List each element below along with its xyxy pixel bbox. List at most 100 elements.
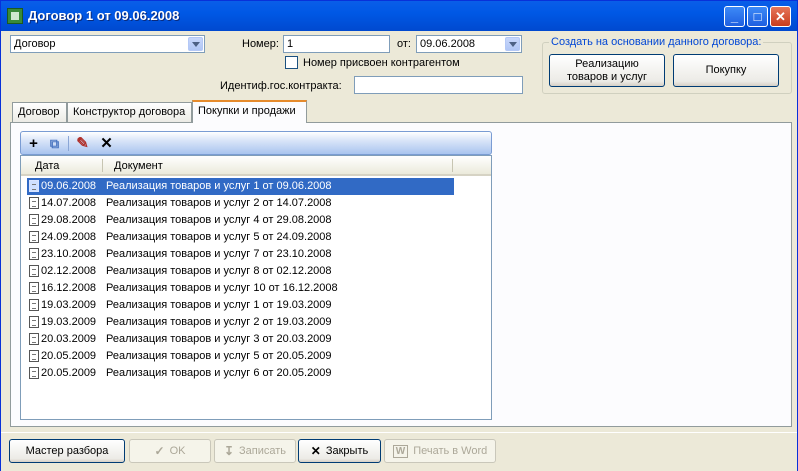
row-date: 19.03.2009 (41, 299, 97, 311)
chevron-down-icon[interactable] (188, 37, 203, 51)
list-item[interactable]: 02.12.2008 Реализация товаров и услуг 8 о… (27, 263, 454, 280)
row-document: Реализация товаров и услуг 10 от 16.12.2… (106, 282, 338, 294)
row-document: Реализация товаров и услуг 2 от 14.07.20… (106, 197, 332, 209)
close-button[interactable]: ✕ Закрыть (298, 439, 381, 463)
row-document: Реализация товаров и услуг 4 от 29.08.20… (106, 214, 332, 226)
row-document: Реализация товаров и услуг 6 от 20.05.20… (106, 367, 332, 379)
number-input[interactable]: 1 (283, 35, 390, 53)
document-icon (29, 248, 39, 260)
tab-contract-constructor[interactable]: Конструктор договора (67, 102, 192, 122)
list-item[interactable]: 19.03.2009 Реализация товаров и услуг 1 о… (27, 297, 454, 314)
row-document: Реализация товаров и услуг 1 от 19.03.20… (106, 299, 332, 311)
main-window: Договор 1 от 09.06.2008 _ □ ✕ Договор Но… (0, 0, 798, 471)
list-item[interactable]: 14.07.2008 Реализация товаров и услуг 2 о… (27, 195, 454, 212)
app-icon (7, 8, 23, 24)
create-sales-button[interactable]: Реализацию товаров и услуг (549, 54, 665, 87)
document-icon (29, 197, 39, 209)
number-label: Номер: (242, 38, 279, 50)
document-icon (29, 231, 39, 243)
row-date: 20.05.2009 (41, 367, 97, 379)
row-date: 20.03.2009 (41, 333, 97, 345)
add-icon[interactable]: + (25, 135, 42, 152)
save-button[interactable]: ↧ Записать (214, 439, 296, 463)
document-icon (29, 316, 39, 328)
print-word-label: Печать в Word (413, 445, 488, 457)
contract-type-select[interactable]: Договор (10, 35, 205, 53)
list-item[interactable]: 23.10.2008 Реализация товаров и услуг 7 о… (27, 246, 454, 263)
window-title: Договор 1 от 09.06.2008 (28, 8, 180, 23)
row-document: Реализация товаров и услуг 7 от 23.10.20… (106, 248, 332, 260)
title-bar[interactable]: Договор 1 от 09.06.2008 _ □ ✕ (1, 1, 797, 31)
column-document[interactable]: Документ (114, 160, 163, 172)
date-value: 09.06.2008 (420, 38, 476, 50)
save-icon: ↧ (223, 444, 235, 458)
list-item[interactable]: 19.03.2009 Реализация товаров и услуг 2 о… (27, 314, 454, 331)
save-label: Записать (239, 445, 287, 457)
minimize-button[interactable]: _ (724, 6, 745, 27)
close-label: Закрыть (325, 445, 369, 457)
close-icon: ✕ (310, 444, 321, 458)
document-icon (29, 367, 39, 379)
document-icon (29, 333, 39, 345)
create-purchase-button[interactable]: Покупку (673, 54, 779, 87)
list-item[interactable]: 20.05.2009 Реализация товаров и услуг 6 о… (27, 365, 454, 382)
column-separator[interactable] (102, 159, 103, 172)
column-separator[interactable] (452, 159, 453, 172)
edit-icon[interactable]: ✎ (74, 135, 91, 152)
row-document: Реализация товаров и услуг 1 от 09.06.20… (106, 180, 332, 192)
row-date: 20.05.2009 (41, 350, 97, 362)
document-icon (29, 265, 39, 277)
wizard-button[interactable]: Мастер разбора (9, 439, 125, 463)
tab-purchases-sales[interactable]: Покупки и продажи (192, 100, 307, 123)
row-date: 29.08.2008 (41, 214, 97, 226)
check-icon: ✓ (154, 444, 165, 458)
number-assigned-checkbox[interactable] (285, 56, 298, 69)
list-item[interactable]: 09.06.2008 Реализация товаров и услуг 1 о… (27, 178, 454, 195)
calendar-dropdown-icon[interactable] (505, 37, 520, 51)
row-document: Реализация товаров и услуг 2 от 19.03.20… (106, 316, 332, 328)
document-icon (29, 180, 39, 192)
list-item[interactable]: 16.12.2008 Реализация товаров и услуг 10 … (27, 280, 454, 297)
date-input[interactable]: 09.06.2008 (416, 35, 522, 53)
row-date: 23.10.2008 (41, 248, 97, 260)
tab-contract[interactable]: Договор (12, 102, 67, 122)
document-icon (29, 350, 39, 362)
row-date: 02.12.2008 (41, 265, 97, 277)
gov-contract-input[interactable] (354, 76, 523, 94)
document-icon (29, 299, 39, 311)
close-window-button[interactable]: ✕ (770, 6, 791, 27)
ok-button[interactable]: ✓ OK (129, 439, 211, 463)
row-date: 24.09.2008 (41, 231, 97, 243)
number-assigned-label: Номер присвоен контрагентом (303, 57, 460, 69)
row-document: Реализация товаров и услуг 3 от 20.03.20… (106, 333, 332, 345)
contract-type-value: Договор (14, 38, 56, 50)
create-sales-line1: Реализацию (575, 57, 639, 70)
list-item[interactable]: 20.03.2009 Реализация товаров и услуг 3 о… (27, 331, 454, 348)
word-icon: W (392, 444, 409, 458)
list-item[interactable]: 20.05.2009 Реализация товаров и услуг 5 о… (27, 348, 454, 365)
toolbar-separator (68, 136, 69, 151)
print-word-button[interactable]: W Печать в Word (384, 439, 496, 463)
from-label: от: (397, 38, 411, 50)
create-sales-label: Реализацию товаров и услуг (567, 58, 647, 84)
document-icon (29, 214, 39, 226)
list-header: Дата Документ (21, 156, 491, 176)
delete-icon[interactable]: ✕ (98, 135, 115, 152)
row-document: Реализация товаров и услуг 5 от 20.05.20… (106, 350, 332, 362)
list-item[interactable]: 29.08.2008 Реализация товаров и услуг 4 о… (27, 212, 454, 229)
wizard-label: Мастер разбора (25, 445, 109, 457)
row-document: Реализация товаров и услуг 5 от 24.09.20… (106, 231, 332, 243)
documents-list[interactable]: Дата Документ 09.06.2008 Реализация товар… (20, 155, 492, 420)
column-date[interactable]: Дата (35, 160, 59, 172)
list-item[interactable]: 24.09.2008 Реализация товаров и услуг 5 о… (27, 229, 454, 246)
ok-label: OK (169, 445, 186, 457)
list-toolbar: + ⧉ ✎ ✕ (20, 131, 492, 155)
create-sales-line2: товаров и услуг (566, 70, 647, 83)
maximize-button[interactable]: □ (747, 6, 768, 27)
gov-contract-label: Идентиф.гос.контракта: (220, 80, 342, 92)
copy-icon[interactable]: ⧉ (46, 135, 63, 152)
create-based-title: Создать на основании данного договора: (549, 36, 764, 48)
row-date: 14.07.2008 (41, 197, 97, 209)
row-document: Реализация товаров и услуг 8 от 02.12.20… (106, 265, 332, 277)
row-date: 09.06.2008 (41, 180, 97, 192)
